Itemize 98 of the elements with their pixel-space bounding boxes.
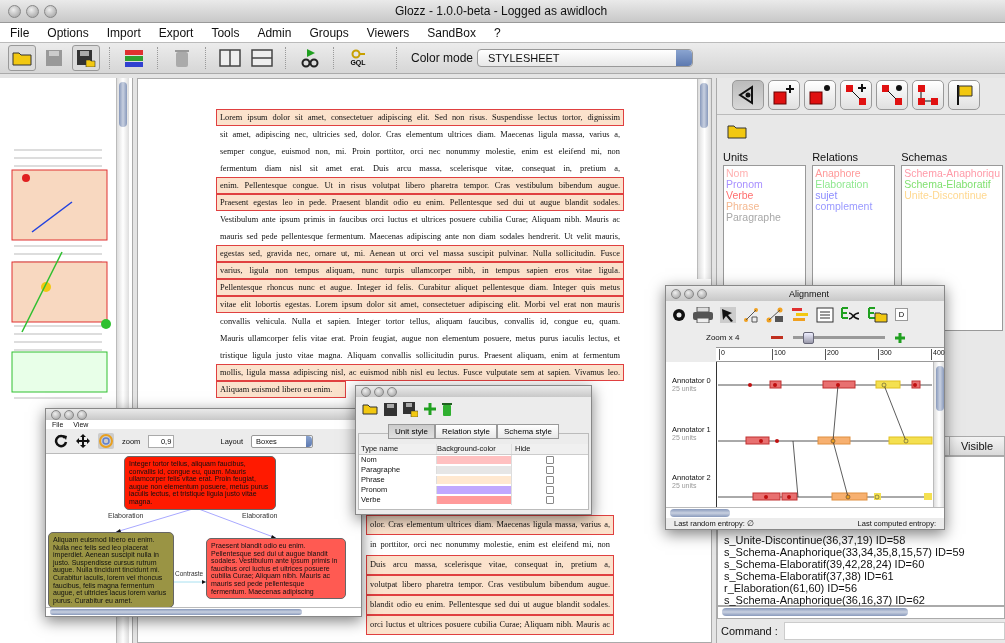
zoom-in-icon[interactable] (895, 332, 905, 343)
save-as-icon[interactable] (403, 401, 418, 417)
command-field[interactable] (783, 622, 1005, 640)
menu-item[interactable]: Export (158, 25, 194, 40)
document-text-line: Vestibulum ante ipsum primis in faucibus orci luctus et ultrices posuere cubilia Curae; Aliquam nibh. Mauris ac (219, 214, 621, 226)
color-mode-label: Color mode (411, 51, 474, 65)
window-control-button[interactable] (8, 4, 21, 18)
move-icon[interactable] (76, 434, 90, 448)
document-text-line: semper congue, euismod non, mi. Proin porttitor, orci nec nonummy molestie, enim est eleifend mi, non (219, 146, 621, 158)
relation-point-icon[interactable] (876, 80, 908, 110)
eye-tool-icon[interactable] (732, 80, 764, 110)
add-icon[interactable] (424, 403, 436, 415)
document-text-line: convallis vehicula. Nulla et sapien. Integer tortor tellus, aliquam faucibus, convallis id, congue eu, quam. (219, 316, 621, 328)
zoom-label: Zoom x 4 (706, 333, 741, 343)
pointer-icon[interactable] (720, 306, 736, 323)
menu-item[interactable]: ? (493, 25, 501, 40)
annotation-list-item[interactable]: s_Schema-Elaboratif(39,42,28,24) ID=60 (724, 558, 1004, 570)
flag-icon[interactable] (948, 80, 980, 110)
save-icon[interactable] (384, 402, 397, 416)
shuffle-icon[interactable] (841, 306, 861, 323)
window-control-button[interactable] (64, 409, 74, 420)
style-tab[interactable]: Relation style (434, 424, 497, 439)
target-icon[interactable] (98, 433, 114, 449)
key-icon (351, 49, 365, 59)
hide-checkbox[interactable] (546, 486, 554, 494)
settings-icon[interactable] (672, 307, 686, 322)
scrollbar[interactable] (46, 607, 361, 616)
color-swatch[interactable] (436, 496, 511, 504)
list-title: Units (723, 151, 750, 163)
window-title: Alignment (788, 288, 830, 299)
window-control-button[interactable] (51, 409, 61, 420)
colored-bars-icon[interactable] (791, 306, 809, 323)
column-header[interactable]: Visible (949, 437, 1004, 455)
save-icon (45, 49, 63, 67)
window-control-button[interactable] (361, 386, 371, 397)
window-control-button[interactable] (26, 4, 39, 18)
document-text-line: mauris sed pede pellentesque fermentum. Maecenas adipiscing ante non diam sodales hendrerit. Ut velit mauris, (219, 231, 621, 243)
scrollbar[interactable] (933, 362, 944, 508)
document-text-line: Mauris ullamcorper felis vitae erat. Proin feugiat, augue non elementum posuere, metus purus iaculis lectus, et (219, 333, 621, 345)
color-swatch[interactable] (436, 476, 511, 484)
window-control-button[interactable] (374, 386, 384, 397)
save-as-button[interactable] (72, 45, 100, 71)
scrollbar[interactable] (666, 507, 944, 518)
add-relation-icon[interactable] (840, 80, 872, 110)
menu-item[interactable]: SandBox (427, 25, 476, 40)
style-tab[interactable]: Unit style (388, 424, 435, 439)
color-mode-dropdown[interactable]: STYLESHEET (477, 49, 694, 67)
scrollbar[interactable] (697, 79, 711, 279)
refresh-icon[interactable] (54, 434, 68, 448)
add-unit-icon[interactable] (768, 80, 800, 110)
hide-checkbox[interactable] (546, 476, 554, 484)
menu-item[interactable]: Viewers (366, 25, 410, 40)
trash-icon (174, 48, 190, 68)
window-control-button[interactable] (77, 409, 87, 420)
menu-item[interactable]: Import (106, 25, 141, 40)
window-control-button[interactable] (684, 288, 694, 299)
hide-checkbox[interactable] (546, 456, 554, 464)
add-schema-icon[interactable] (912, 80, 944, 110)
scrollbar[interactable] (717, 606, 1005, 619)
menu-item[interactable]: Options (47, 25, 89, 40)
window-control-button[interactable] (44, 4, 57, 18)
list-title: Relations (812, 151, 859, 163)
menu-item[interactable]: File (10, 25, 30, 40)
window-control-button[interactable] (671, 288, 681, 299)
annotation-list-item[interactable]: s_Schema-Anaphorique(33,34,35,8,15,57) ID=59 (724, 546, 1004, 558)
trash-icon[interactable] (442, 402, 452, 416)
menu-item[interactable]: Groups (309, 25, 349, 40)
menu-item[interactable]: Admin (257, 25, 292, 40)
hide-checkbox[interactable] (546, 466, 554, 474)
document-text-line: tristique ligula justo vitae magna. Aliquam convallis sollicitudin purus. Praesent aliquam, enim at fermentum (219, 350, 621, 362)
window-control-button[interactable] (387, 386, 397, 397)
annotation-list-item[interactable]: s_Schema-Elaboratif(37,38) ID=61 (724, 570, 1004, 582)
edge-arrow (173, 580, 207, 584)
color-swatch[interactable] (436, 486, 511, 494)
slider-thumb[interactable] (802, 331, 814, 344)
document-text-line: sit amet, adipiscing nec, ultricies sed, dolor. Cras elementum ultrices diam. Maecenas ligula massa, varius a, (219, 129, 621, 141)
menu-item[interactable]: Tools (211, 25, 240, 40)
window-control-button[interactable] (697, 288, 707, 299)
annotation-list-item[interactable]: s_Schema-Anaphorique(36,16,37) ID=62 (724, 594, 1004, 606)
hide-checkbox[interactable] (546, 496, 554, 504)
list-icon[interactable] (816, 306, 834, 323)
folder-icon[interactable] (868, 306, 888, 323)
open-folder-button[interactable] (8, 45, 36, 71)
document-text-line: in porttitor, orci nec nonummy molestie, enim est eleifend mi, non (369, 539, 611, 551)
color-swatch[interactable] (436, 456, 511, 464)
document-text-line: fermentum diam nisl sit amet erat. Duis arcu massa, scelerisque vitae, consequat in, pretium a, (219, 163, 621, 175)
style-tab[interactable]: Schema style (496, 424, 559, 439)
nodes-link-icon[interactable] (766, 306, 784, 323)
zoom-out-icon[interactable] (771, 335, 783, 340)
printer-icon[interactable] (693, 306, 713, 323)
unit-point-icon[interactable] (804, 80, 836, 110)
window-title: Glozz - 1.0.0-beta - Logged as awidloch (393, 4, 609, 18)
folder-icon[interactable] (362, 403, 378, 415)
annotation-list-item[interactable]: s_Unite-Discontinue(36,37,19) ID=58 (724, 534, 1004, 546)
annotation-list-item[interactable]: r_Elaboration(61,60) ID=56 (724, 582, 1004, 594)
command-label: Command : (721, 625, 778, 637)
list-title: Schemas (901, 151, 949, 163)
color-swatch[interactable] (436, 466, 511, 474)
